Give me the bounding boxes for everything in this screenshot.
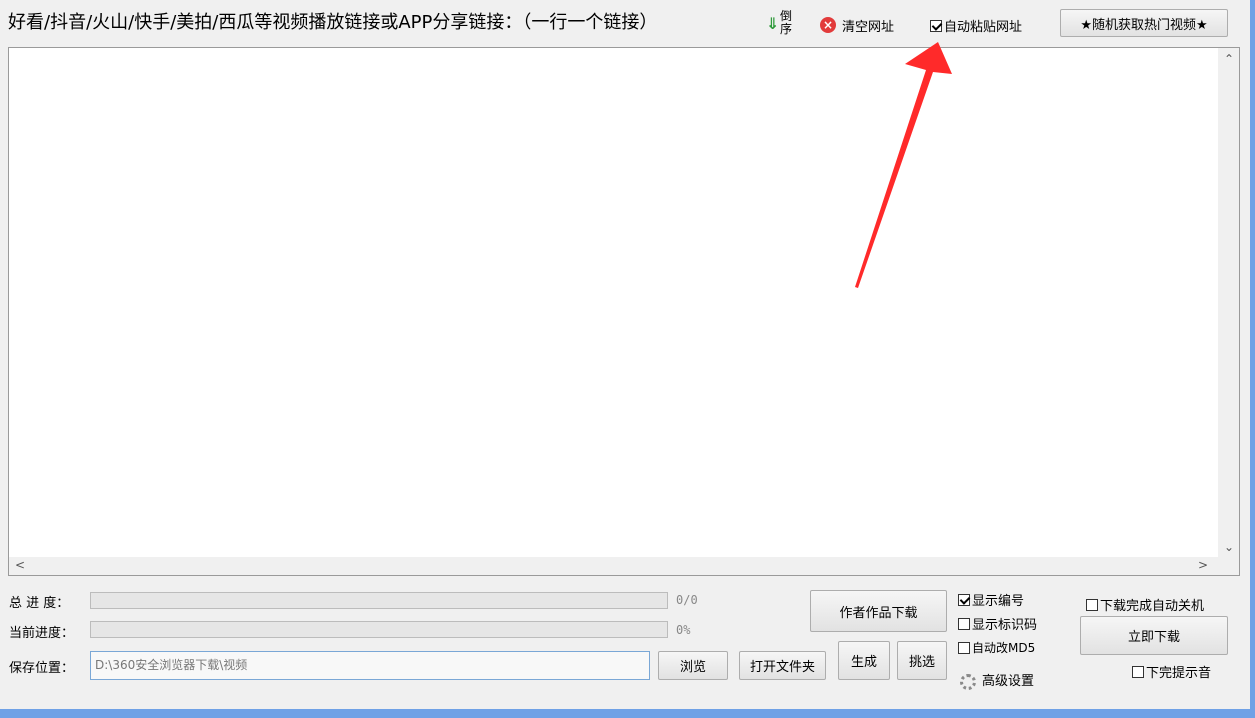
auto-paste-check[interactable] bbox=[930, 19, 942, 32]
author-works-download-button[interactable]: 作者作品下载 bbox=[810, 590, 947, 632]
completion-sound-checkbox[interactable]: 下完提示音 bbox=[1132, 662, 1211, 681]
sort-reverse-button[interactable]: ⇓ 倒序 bbox=[766, 10, 802, 40]
advanced-settings-button[interactable]: 高级设置 bbox=[960, 670, 1034, 690]
show-number-label: 显示编号 bbox=[972, 594, 1025, 609]
scroll-corner bbox=[1218, 557, 1239, 575]
auto-md5-label: 自动改MD5 bbox=[972, 641, 1036, 655]
auto-paste-checkbox[interactable]: 自动粘贴网址 bbox=[930, 16, 1022, 35]
current-progress-value: 0% bbox=[676, 623, 691, 637]
total-progress-bar bbox=[90, 592, 668, 609]
auto-shutdown-label: 下载完成自动关机 bbox=[1100, 599, 1205, 614]
scroll-up-icon[interactable]: ⌃ bbox=[1224, 52, 1234, 66]
horizontal-scrollbar[interactable]: < > bbox=[9, 557, 1218, 575]
scroll-down-icon[interactable]: ⌄ bbox=[1224, 540, 1234, 554]
generate-button[interactable]: 生成 bbox=[838, 641, 890, 680]
show-id-checkbox[interactable]: 显示标识码 bbox=[958, 614, 1037, 633]
auto-md5-checkbox[interactable]: 自动改MD5 bbox=[958, 639, 1035, 656]
sort-reverse-label: 倒序 bbox=[780, 9, 793, 36]
random-hot-video-button[interactable]: ★随机获取热门视频★ bbox=[1060, 9, 1228, 37]
show-number-checkbox[interactable]: 显示编号 bbox=[958, 590, 1024, 609]
browse-button[interactable]: 浏览 bbox=[658, 651, 728, 680]
show-id-label: 显示标识码 bbox=[972, 618, 1038, 633]
down-arrow-icon: ⇓ bbox=[766, 14, 780, 33]
instruction-label: 好看/抖音/火山/快手/美拍/西瓜等视频播放链接或APP分享链接：（一行一个链接… bbox=[8, 12, 658, 33]
gear-icon bbox=[960, 673, 976, 690]
auto-shutdown-checkbox[interactable]: 下载完成自动关机 bbox=[1086, 595, 1204, 614]
download-now-button[interactable]: 立即下载 bbox=[1080, 616, 1228, 655]
main-window: 好看/抖音/火山/快手/美拍/西瓜等视频播放链接或APP分享链接：（一行一个链接… bbox=[0, 0, 1250, 709]
total-progress-value: 0/0 bbox=[676, 593, 698, 607]
close-icon: × bbox=[820, 17, 836, 33]
show-number-check[interactable] bbox=[958, 593, 970, 606]
auto-md5-check[interactable] bbox=[958, 641, 970, 654]
auto-paste-label: 自动粘贴网址 bbox=[944, 20, 1023, 35]
clear-urls-label: 清空网址 bbox=[842, 19, 895, 35]
save-location-label: 保存位置： bbox=[9, 661, 75, 676]
clear-urls-button[interactable]: × 清空网址 bbox=[820, 15, 894, 35]
scroll-right-icon[interactable]: > bbox=[1198, 558, 1208, 572]
total-progress-label: 总 进 度： bbox=[9, 596, 70, 611]
scroll-left-icon[interactable]: < bbox=[15, 558, 25, 572]
select-button[interactable]: 挑选 bbox=[897, 641, 947, 680]
save-path-input[interactable]: D:\360安全浏览器下载\视频 bbox=[90, 651, 650, 680]
auto-shutdown-check[interactable] bbox=[1086, 598, 1098, 611]
completion-sound-check[interactable] bbox=[1132, 665, 1144, 678]
current-progress-label: 当前进度： bbox=[9, 626, 75, 641]
completion-sound-label: 下完提示音 bbox=[1146, 666, 1212, 681]
advanced-settings-label: 高级设置 bbox=[982, 674, 1035, 689]
current-progress-bar bbox=[90, 621, 668, 638]
vertical-scrollbar[interactable]: ⌃ ⌄ bbox=[1218, 48, 1239, 558]
show-id-check[interactable] bbox=[958, 617, 970, 630]
url-list-textarea[interactable]: ⌃ ⌄ < > bbox=[8, 47, 1240, 576]
open-folder-button[interactable]: 打开文件夹 bbox=[739, 651, 826, 680]
